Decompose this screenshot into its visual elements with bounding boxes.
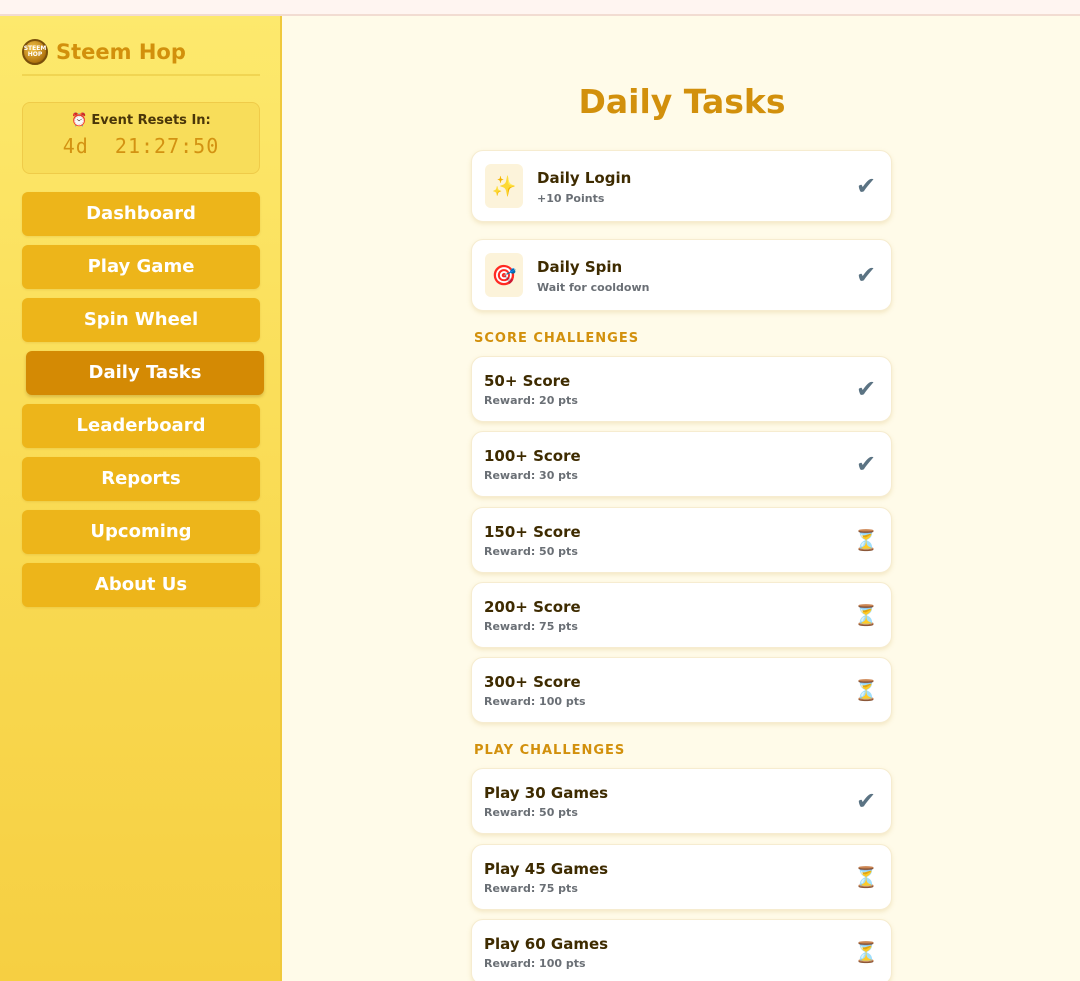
nav-daily-tasks[interactable]: Daily Tasks	[26, 351, 264, 395]
page-title: Daily Tasks	[578, 82, 786, 121]
task-card-daily-login[interactable]: ✨ Daily Login +10 Points ✔	[471, 150, 892, 222]
brand[interactable]: STEEM HOP Steem Hop	[22, 38, 260, 76]
challenge-card[interactable]: Play 45 Games Reward: 75 pts ⏳	[471, 844, 892, 910]
event-reset-label: Event Resets In:	[91, 113, 211, 128]
event-reset-label-row: ⏰ Event Resets In:	[23, 113, 259, 128]
challenge-reward: Reward: 20 pts	[484, 394, 578, 407]
check-icon: ✔	[855, 172, 877, 200]
sidebar-nav: Dashboard Play Game Spin Wheel Daily Tas…	[22, 192, 264, 616]
hourglass-icon: ⏳	[853, 603, 879, 627]
challenge-title: 150+ Score	[484, 523, 581, 541]
check-icon: ✔	[855, 450, 877, 478]
nav-about-us[interactable]: About Us	[22, 563, 260, 607]
check-icon: ✔	[855, 375, 877, 403]
task-subtitle: Wait for cooldown	[537, 281, 650, 294]
event-reset-countdown: 4d 21:27:50	[62, 134, 220, 158]
task-title: Daily Spin	[537, 258, 623, 276]
alarm-clock-icon: ⏰	[71, 113, 88, 128]
challenge-title: 100+ Score	[484, 447, 581, 465]
nav-spin-wheel[interactable]: Spin Wheel	[22, 298, 260, 342]
check-icon: ✔	[855, 787, 877, 815]
challenge-reward: Reward: 50 pts	[484, 545, 578, 558]
challenge-title: Play 45 Games	[484, 860, 609, 878]
challenge-reward: Reward: 30 pts	[484, 469, 578, 482]
nav-play-game[interactable]: Play Game	[22, 245, 260, 289]
challenge-card[interactable]: Play 30 Games Reward: 50 pts ✔	[471, 768, 892, 834]
top-bar	[0, 0, 1080, 16]
brand-name: Steem Hop	[56, 40, 186, 64]
hourglass-icon: ⏳	[853, 865, 879, 889]
challenge-title: 300+ Score	[484, 673, 581, 691]
event-reset-box: ⏰ Event Resets In: 4d 21:27:50	[22, 102, 260, 174]
challenge-card[interactable]: 300+ Score Reward: 100 pts ⏳	[471, 657, 892, 723]
challenge-reward: Reward: 50 pts	[484, 806, 578, 819]
steem-hop-logo-icon: STEEM HOP	[22, 39, 48, 65]
section-heading-play: PLAY CHALLENGES	[474, 743, 626, 758]
nav-leaderboard[interactable]: Leaderboard	[22, 404, 260, 448]
challenge-title: 50+ Score	[484, 372, 571, 390]
challenge-title: Play 30 Games	[484, 784, 609, 802]
nav-dashboard[interactable]: Dashboard	[22, 192, 260, 236]
section-heading-score: SCORE CHALLENGES	[474, 331, 640, 346]
target-icon: 🎯	[485, 253, 523, 297]
challenge-title: Play 60 Games	[484, 935, 609, 953]
nav-reports[interactable]: Reports	[22, 457, 260, 501]
task-title: Daily Login	[537, 169, 632, 187]
challenge-card[interactable]: 200+ Score Reward: 75 pts ⏳	[471, 582, 892, 648]
challenge-reward: Reward: 75 pts	[484, 882, 578, 895]
task-subtitle: +10 Points	[537, 192, 605, 205]
check-icon: ✔	[855, 261, 877, 289]
main-content: Daily Tasks ✨ Daily Login +10 Points ✔ 🎯…	[284, 16, 1080, 981]
challenge-card[interactable]: 150+ Score Reward: 50 pts ⏳	[471, 507, 892, 573]
hourglass-icon: ⏳	[853, 528, 879, 552]
sparkles-icon: ✨	[485, 164, 523, 208]
challenge-reward: Reward: 100 pts	[484, 957, 586, 970]
hourglass-icon: ⏳	[853, 678, 879, 702]
challenge-title: 200+ Score	[484, 598, 581, 616]
challenge-card[interactable]: 50+ Score Reward: 20 pts ✔	[471, 356, 892, 422]
task-card-daily-spin[interactable]: 🎯 Daily Spin Wait for cooldown ✔	[471, 239, 892, 311]
challenge-card[interactable]: Play 60 Games Reward: 100 pts ⏳	[471, 919, 892, 981]
hourglass-icon: ⏳	[853, 940, 879, 964]
challenge-reward: Reward: 100 pts	[484, 695, 586, 708]
challenge-card[interactable]: 100+ Score Reward: 30 pts ✔	[471, 431, 892, 497]
nav-upcoming[interactable]: Upcoming	[22, 510, 260, 554]
challenge-reward: Reward: 75 pts	[484, 620, 578, 633]
sidebar: STEEM HOP Steem Hop ⏰ Event Resets In: 4…	[0, 16, 282, 981]
